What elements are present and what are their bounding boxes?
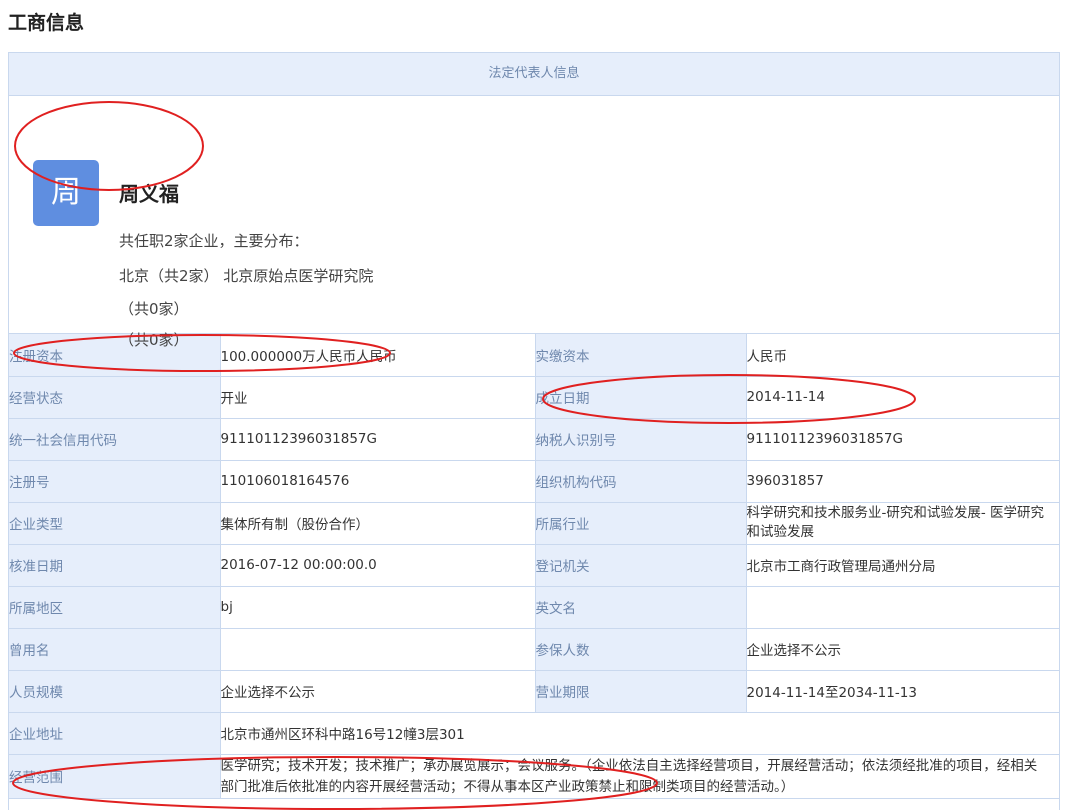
value-business-term: 2014-11-14至2034-11-13: [745, 669, 1060, 713]
avatar: 周: [33, 160, 99, 226]
legal-rep-summary: 共任职2家企业，主要分布：: [119, 232, 309, 250]
label-region: 所属地区: [9, 585, 221, 629]
label-org-code: 组织机构代码: [534, 459, 747, 503]
page-title: 工商信息: [8, 12, 85, 34]
label-business-term: 营业期限: [534, 669, 747, 713]
legal-rep-section: 周 周义福 共任职2家企业，主要分布： 北京（共2家） 北京原始点医学研究院 （…: [9, 96, 1059, 349]
value-paid-capital: 人民币: [745, 334, 1060, 377]
table-row: 注册号 110106018164576 组织机构代码 396031857: [9, 459, 1060, 503]
legal-rep-header: 法定代表人信息: [9, 53, 1059, 96]
value-insured-count: 企业选择不公示: [745, 627, 1060, 671]
table-row: 人员规模 企业选择不公示 营业期限 2014-11-14至2034-11-13: [9, 669, 1060, 713]
value-established-date: 2014-11-14: [745, 375, 1060, 419]
table-row: 经营范围 医学研究；技术开发；技术推广；承办展览展示；会议服务。（企业依法自主选…: [9, 753, 1060, 799]
value-staff-size: 企业选择不公示: [219, 669, 536, 713]
table-row: 企业地址 北京市通州区环科中路16号12幢3层301: [9, 711, 1060, 755]
label-operating-status: 经营状态: [9, 375, 221, 419]
label-paid-capital: 实缴资本: [534, 334, 747, 377]
label-industry: 所属行业: [534, 501, 747, 545]
value-operating-status: 开业: [219, 375, 536, 419]
label-established-date: 成立日期: [534, 375, 747, 419]
table-row: 经营状态 开业 成立日期 2014-11-14: [9, 375, 1060, 419]
value-org-code: 396031857: [745, 459, 1060, 503]
business-info-table: 注册资本 100.000000万人民币人民币 实缴资本 人民币 经营状态 开业 …: [9, 334, 1060, 799]
label-company-type: 企业类型: [9, 501, 221, 545]
value-approval-date: 2016-07-12 00:00:00.0: [219, 543, 536, 587]
table-row: 企业类型 集体所有制（股份合作） 所属行业 科学研究和技术服务业-研究和试验发展…: [9, 501, 1060, 545]
value-industry: 科学研究和技术服务业-研究和试验发展- 医学研究和试验发展: [745, 501, 1060, 545]
label-registration-number: 注册号: [9, 459, 221, 503]
value-company-type: 集体所有制（股份合作）: [219, 501, 536, 545]
label-approval-date: 核准日期: [9, 543, 221, 587]
table-row: 曾用名 参保人数 企业选择不公示: [9, 627, 1060, 671]
label-registration-authority: 登记机关: [534, 543, 747, 587]
legal-rep-region-line[interactable]: 北京（共2家） 北京原始点医学研究院: [119, 265, 373, 286]
table-row: 统一社会信用代码 91110112396031857G 纳税人识别号 91110…: [9, 417, 1060, 461]
value-credit-code: 91110112396031857G: [219, 417, 536, 461]
value-region: bj: [219, 585, 536, 629]
value-english-name: [745, 585, 1060, 629]
business-info-panel: 法定代表人信息 周 周义福 共任职2家企业，主要分布： 北京（共2家） 北京原始…: [8, 52, 1060, 810]
label-credit-code: 统一社会信用代码: [9, 417, 221, 461]
table-row: 核准日期 2016-07-12 00:00:00.0 登记机关 北京市工商行政管…: [9, 543, 1060, 587]
value-former-name: [219, 627, 536, 671]
label-insured-count: 参保人数: [534, 627, 747, 671]
value-registered-capital: 100.000000万人民币人民币: [219, 334, 536, 377]
label-english-name: 英文名: [534, 585, 747, 629]
legal-rep-name[interactable]: 周义福: [119, 178, 179, 207]
value-business-scope: 医学研究；技术开发；技术推广；承办展览展示；会议服务。（企业依法自主选择经营项目…: [219, 753, 1060, 799]
label-taxpayer-id: 纳税人识别号: [534, 417, 747, 461]
legal-rep-count-b: （共0家）: [119, 331, 189, 349]
value-registration-number: 110106018164576: [219, 459, 536, 503]
value-registration-authority: 北京市工商行政管理局通州分局: [745, 543, 1060, 587]
label-business-scope: 经营范围: [9, 753, 221, 799]
value-taxpayer-id: 91110112396031857G: [745, 417, 1060, 461]
label-address: 企业地址: [9, 711, 221, 755]
legal-rep-count-a: （共0家）: [119, 300, 189, 318]
table-row: 所属地区 bj 英文名: [9, 585, 1060, 629]
label-former-name: 曾用名: [9, 627, 221, 671]
value-address: 北京市通州区环科中路16号12幢3层301: [219, 711, 1060, 755]
label-staff-size: 人员规模: [9, 669, 221, 713]
